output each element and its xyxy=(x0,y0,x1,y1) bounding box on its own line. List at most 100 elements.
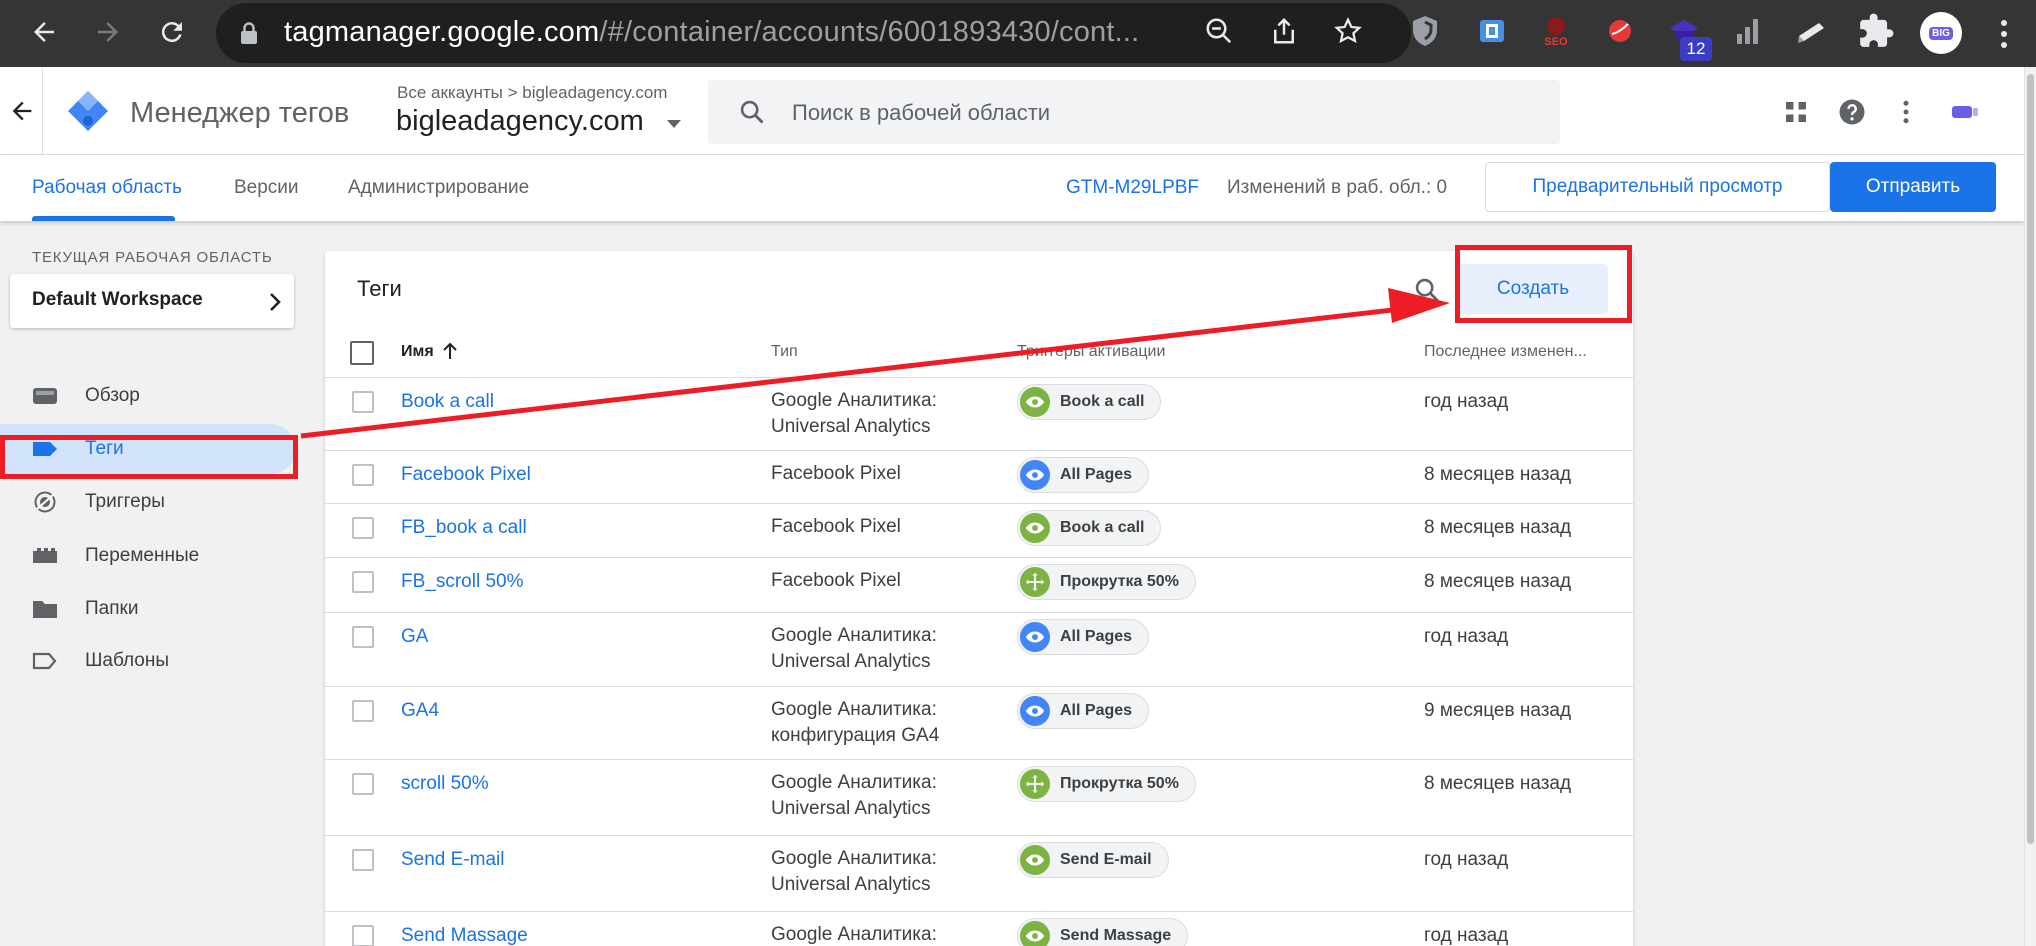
browser-reload-button[interactable] xyxy=(150,10,194,54)
column-header-triggers[interactable]: Триггеры активации xyxy=(1017,343,1165,361)
tag-type: Google Аналитика: конфигурация GA4 xyxy=(771,699,940,746)
column-header-name[interactable]: Имя xyxy=(401,343,434,361)
active-tab-indicator xyxy=(32,216,175,221)
row-checkbox[interactable] xyxy=(352,626,374,648)
row-checkbox[interactable] xyxy=(352,849,374,871)
template-icon xyxy=(32,652,57,670)
table-row[interactable]: Send Massage Google Аналитика: Send Massag… xyxy=(325,912,1633,946)
bookmark-star-icon[interactable] xyxy=(1333,16,1363,46)
table-row[interactable]: Send E-mail Google Аналитика: Universal A… xyxy=(325,836,1633,912)
row-checkbox[interactable] xyxy=(352,517,374,539)
apps-grid-icon[interactable] xyxy=(1781,97,1811,127)
puzzle-extensions-icon[interactable] xyxy=(1857,12,1895,50)
product-name: Менеджер тегов xyxy=(130,97,350,129)
table-row[interactable]: scroll 50% Google Аналитика: Universal An… xyxy=(325,760,1633,836)
tag-name-link[interactable]: GA xyxy=(401,626,428,648)
tab-workspace[interactable]: Рабочая область xyxy=(32,177,182,199)
container-selector[interactable]: bigleadagency.com xyxy=(396,105,644,138)
submit-button[interactable]: Отправить xyxy=(1830,162,1996,212)
tag-name-link[interactable]: Send E-mail xyxy=(401,849,505,871)
column-header-modified[interactable]: Последнее изменен... xyxy=(1424,343,1587,361)
tag-name-link[interactable]: FB_book a call xyxy=(401,517,527,539)
table-row[interactable]: Book a call Google Аналитика: Universal A… xyxy=(325,378,1633,451)
table-row[interactable]: GA4 Google Аналитика: конфигурация GA4 All… xyxy=(325,687,1633,760)
trigger-chip[interactable]: Book a call xyxy=(1017,510,1162,546)
scrollbar-thumb[interactable] xyxy=(2027,74,2034,844)
tag-type: Google Аналитика: Universal Analytics xyxy=(771,848,937,895)
lock-icon xyxy=(241,22,257,44)
share-icon[interactable] xyxy=(1269,16,1299,46)
sort-arrow-up-icon[interactable] xyxy=(441,342,459,360)
seo-extension-icon[interactable]: SEO xyxy=(1537,12,1575,50)
trigger-chip[interactable]: Book a call xyxy=(1017,384,1162,420)
trigger-chip-label: Book a call xyxy=(1060,393,1145,410)
back-arrow-icon[interactable] xyxy=(8,97,36,125)
pencil-extension-icon[interactable] xyxy=(1793,12,1831,50)
zoom-out-icon[interactable] xyxy=(1204,16,1234,46)
tab-admin[interactable]: Администрирование xyxy=(348,177,529,199)
trigger-chip[interactable]: All Pages xyxy=(1017,693,1150,729)
workspace-search[interactable]: Поиск в рабочей области xyxy=(708,80,1560,144)
trigger-chip-label: All Pages xyxy=(1060,466,1133,483)
preview-button[interactable]: Предварительный просмотр xyxy=(1485,162,1830,212)
scroll-move-icon xyxy=(1020,567,1050,597)
container-id[interactable]: GTM-M29LPBF xyxy=(1066,177,1199,199)
row-checkbox[interactable] xyxy=(352,700,374,722)
chevron-right-icon xyxy=(270,293,281,311)
account-logo-icon[interactable] xyxy=(1952,105,1978,119)
red-circle-extension-icon[interactable] xyxy=(1601,12,1639,50)
browser-menu-icon[interactable] xyxy=(1998,18,2010,50)
workspace-selector[interactable]: Default Workspace xyxy=(10,274,294,328)
tag-name-link[interactable]: Book a call xyxy=(401,391,494,413)
row-checkbox[interactable] xyxy=(352,925,374,946)
caret-down-icon[interactable] xyxy=(666,119,682,129)
table-row[interactable]: GA Google Аналитика: Universal Analytics A… xyxy=(325,613,1633,687)
sidebar-item-templates[interactable]: Шаблоны xyxy=(0,636,296,686)
table-row[interactable]: Facebook Pixel Facebook Pixel All Pages 8 м… xyxy=(325,451,1633,504)
row-checkbox[interactable] xyxy=(352,571,374,593)
row-checkbox[interactable] xyxy=(352,773,374,795)
annotation-box-create xyxy=(1455,245,1632,323)
trigger-chip[interactable]: Прокрутка 50% xyxy=(1017,766,1196,802)
eye-icon xyxy=(1020,387,1050,417)
help-icon[interactable] xyxy=(1837,97,1867,127)
sidebar-item-folders[interactable]: Папки xyxy=(0,584,296,634)
tag-name-link[interactable]: GA4 xyxy=(401,700,439,722)
row-checkbox[interactable] xyxy=(352,391,374,413)
last-modified: год назад xyxy=(1424,925,1509,946)
tag-type: Google Аналитика: Universal Analytics xyxy=(771,772,937,819)
last-modified: 8 месяцев назад xyxy=(1424,464,1572,485)
column-header-type[interactable]: Тип xyxy=(771,343,798,361)
table-row[interactable]: FB_book a call Facebook Pixel Book a call 8… xyxy=(325,504,1633,558)
sidebar-item-triggers[interactable]: Триггеры xyxy=(0,477,296,527)
bars-extension-icon[interactable] xyxy=(1729,12,1767,50)
tag-name-link[interactable]: Send Massage xyxy=(401,925,528,946)
browser-back-button[interactable] xyxy=(22,10,66,54)
shield-extension-icon[interactable] xyxy=(1406,12,1444,50)
trigger-chip[interactable]: All Pages xyxy=(1017,619,1150,655)
search-icon[interactable] xyxy=(1413,276,1441,304)
trigger-chip[interactable]: Send Massage xyxy=(1017,918,1189,946)
tag-name-link[interactable]: scroll 50% xyxy=(401,773,489,795)
profile-avatar[interactable]: BIG xyxy=(1920,12,1962,54)
sidebar-item-label: Переменные xyxy=(85,545,200,566)
table-row[interactable]: FB_scroll 50% Facebook Pixel Прокрутка 50%… xyxy=(325,558,1633,613)
trigger-chip[interactable]: Send E-mail xyxy=(1017,842,1169,878)
sidebar-item-overview[interactable]: Обзор xyxy=(0,371,296,421)
browser-toolbar: tagmanager.google.com/#/container/accoun… xyxy=(0,0,2036,67)
dark-reader-extension-icon[interactable] xyxy=(1473,12,1511,50)
browser-forward-button[interactable] xyxy=(86,10,130,54)
row-checkbox[interactable] xyxy=(352,464,374,486)
tab-versions[interactable]: Версии xyxy=(234,177,299,199)
trigger-chip-label: Прокрутка 50% xyxy=(1060,775,1179,792)
tag-name-link[interactable]: FB_scroll 50% xyxy=(401,571,524,593)
account-breadcrumb[interactable]: Все аккаунты > bigleadagency.com xyxy=(397,83,667,103)
back-arrow-icon xyxy=(34,22,54,42)
trigger-chip[interactable]: All Pages xyxy=(1017,457,1150,493)
sidebar-item-variables[interactable]: Переменные xyxy=(0,531,296,581)
tag-name-link[interactable]: Facebook Pixel xyxy=(401,464,531,486)
trigger-chip[interactable]: Прокрутка 50% xyxy=(1017,564,1196,600)
select-all-checkbox[interactable] xyxy=(350,341,374,365)
trigger-chip-label: Send E-mail xyxy=(1060,851,1152,868)
more-vert-icon[interactable] xyxy=(1891,97,1921,127)
